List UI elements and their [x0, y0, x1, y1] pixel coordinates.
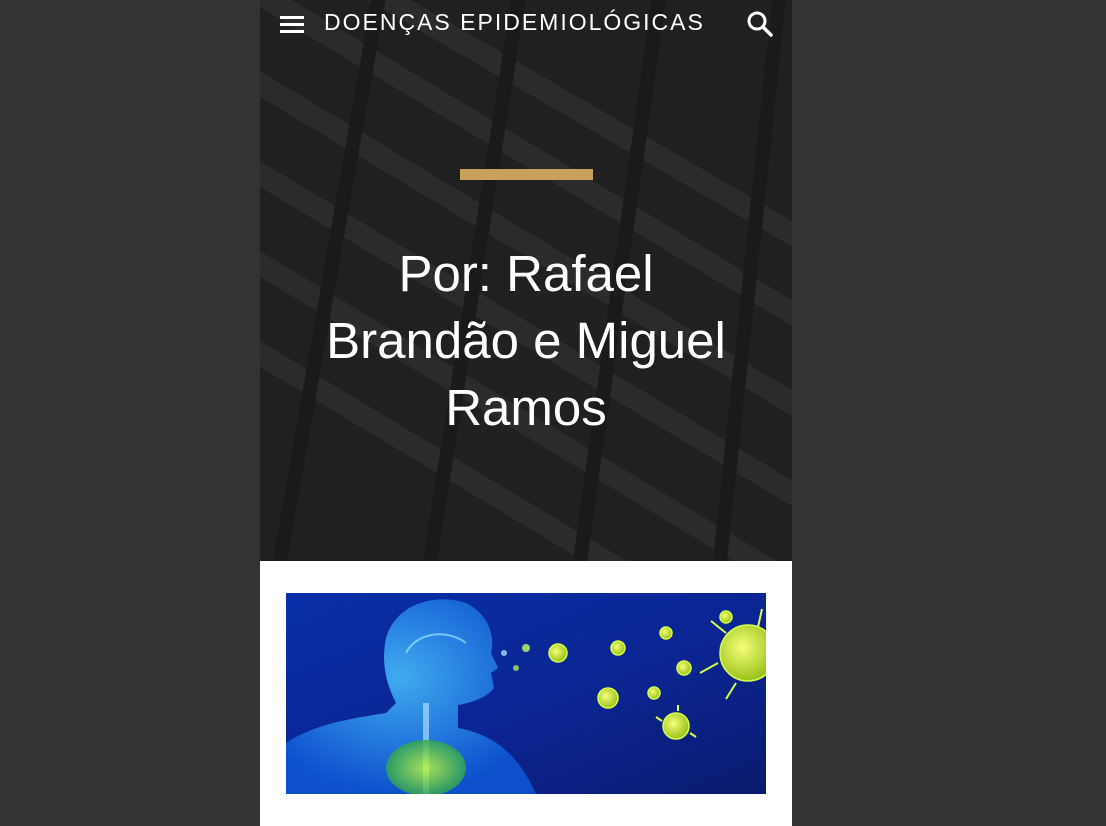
- top-app-bar: DOENÇAS EPIDEMIOLÓGICAS: [260, 0, 792, 48]
- blog-page: DOENÇAS EPIDEMIOLÓGICAS Por: Rafael Bran…: [260, 0, 792, 826]
- accent-divider: [460, 169, 593, 180]
- site-title[interactable]: DOENÇAS EPIDEMIOLÓGICAS: [324, 9, 705, 36]
- respiratory-virus-illustration[interactable]: [286, 593, 766, 794]
- hamburger-menu-icon[interactable]: [274, 8, 310, 40]
- search-icon[interactable]: [744, 8, 776, 40]
- post-title: Por: Rafael Brandão e Miguel Ramos: [326, 245, 726, 436]
- hero-header: DOENÇAS EPIDEMIOLÓGICAS Por: Rafael Bran…: [260, 0, 792, 561]
